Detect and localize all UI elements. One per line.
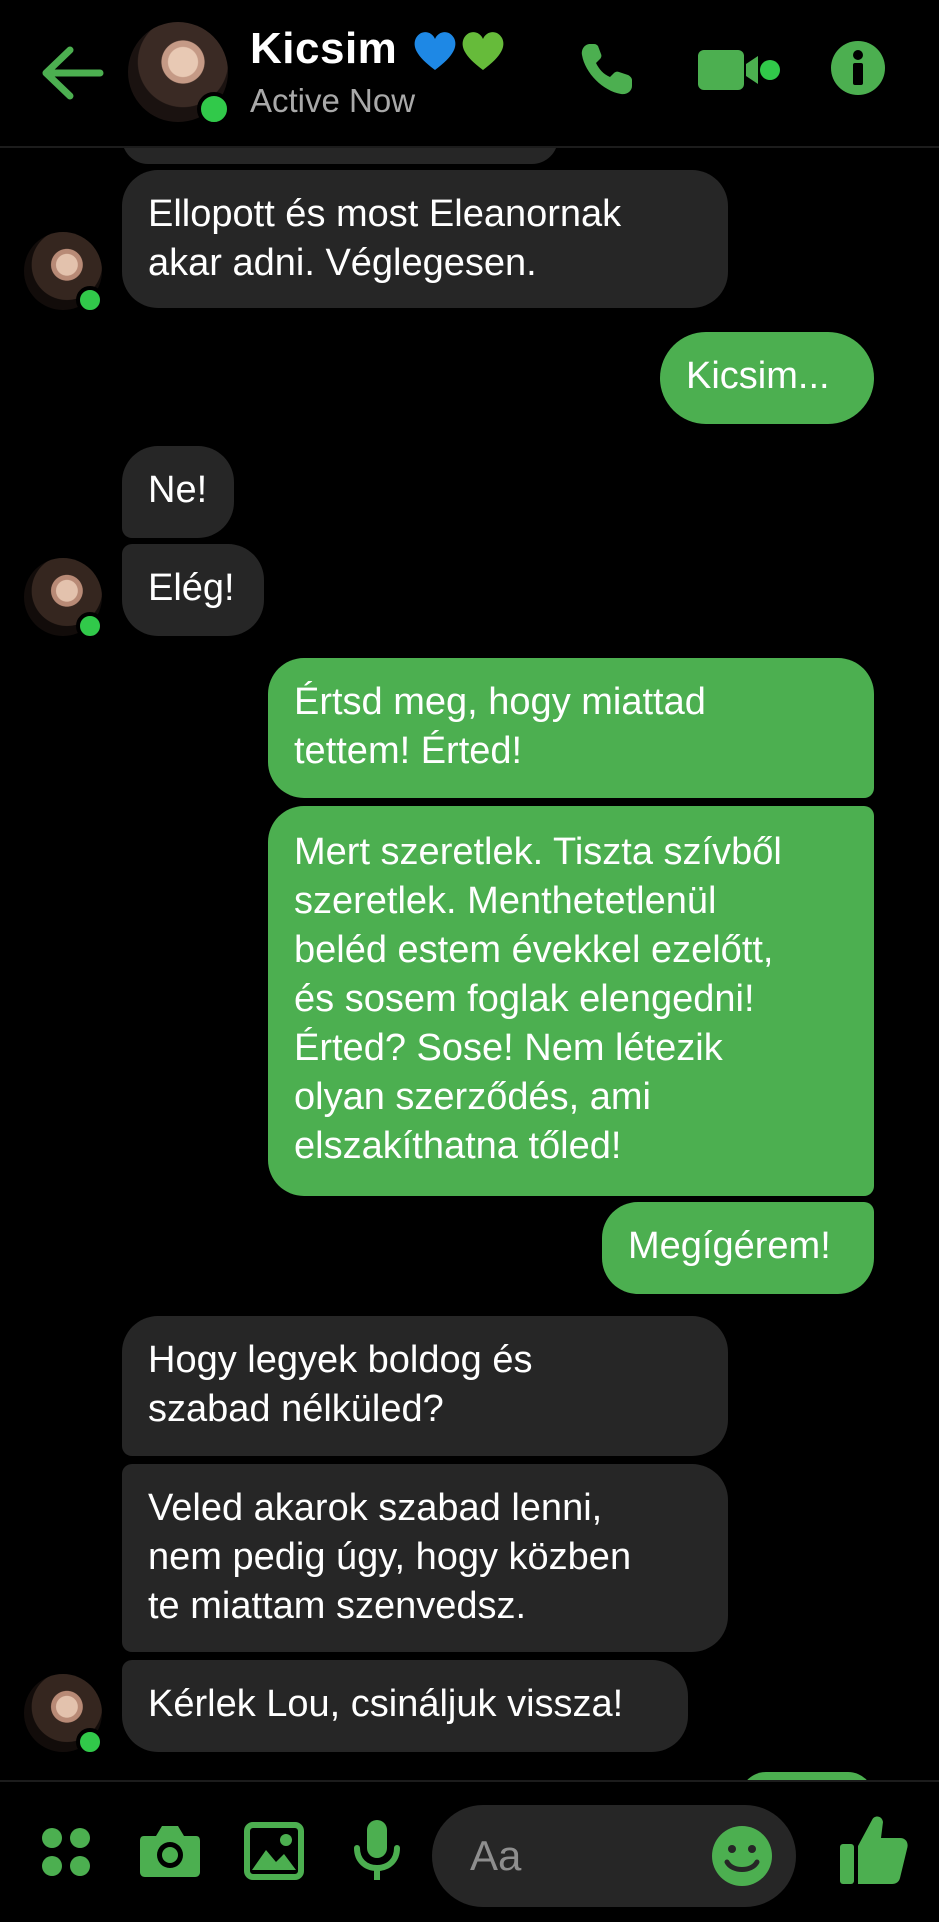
message-bubble-sent[interactable]: Értsd meg, hogy miattad tettem! Érted! <box>268 658 874 798</box>
video-camera-icon[interactable] <box>696 40 782 100</box>
message-bubble-sent[interactable]: Mert szeretlek. Tiszta szívből szeretlek… <box>268 806 874 1196</box>
message-text: szeretlek. Menthetetlenül <box>294 880 717 922</box>
thumbs-up-icon[interactable] <box>838 1812 910 1888</box>
contact-name-text: Kicsim <box>250 24 398 73</box>
message-text: Hogy legyek boldog és <box>148 1339 533 1381</box>
message-text: Megígérem! <box>628 1225 831 1267</box>
message-bubble-sent[interactable]: Megígérem! <box>602 1202 874 1294</box>
message-text: tettem! Érted! <box>294 730 523 772</box>
heart-emojis-icon <box>414 32 504 71</box>
online-indicator <box>76 286 104 314</box>
composer-bar: Aa <box>0 1780 939 1922</box>
online-indicator <box>76 1728 104 1756</box>
message-input[interactable]: Aa <box>432 1805 796 1907</box>
message-bubble-received[interactable]: Elég! <box>122 544 264 636</box>
message-bubble-received[interactable]: Veled akarok szabad lenni, nem pedig úgy… <box>122 1464 728 1652</box>
message-text: elszakíthatna tőled! <box>294 1125 622 1167</box>
message-text: Értsd meg, hogy miattad <box>294 681 706 723</box>
message-text: Ne! <box>148 469 208 511</box>
message-text: Ellopott és most Eleanornak <box>148 193 622 235</box>
online-indicator <box>197 92 231 126</box>
message-bubble-received[interactable]: Ne! <box>122 446 234 538</box>
message-text: Érted? Sose! Nem létezik <box>294 1027 723 1069</box>
message-bubble-received[interactable]: Kérlek Lou, csináljuk vissza! <box>122 1660 688 1752</box>
info-icon[interactable] <box>830 40 886 96</box>
message-text: Kérlek Lou, csináljuk vissza! <box>148 1683 624 1725</box>
image-icon[interactable] <box>244 1822 304 1880</box>
message-text: akar adni. Véglegesen. <box>148 242 537 284</box>
message-bubble-received[interactable]: Hogy legyek boldog és szabad nélküled? <box>122 1316 728 1456</box>
message-text: Elég! <box>148 567 235 609</box>
message-text: Veled akarok szabad lenni, <box>148 1487 603 1529</box>
chat-header: Kicsim Active Now <box>0 0 939 148</box>
message-text: beléd estem évekkel ezelőtt, <box>294 929 774 971</box>
message-bubble-sent[interactable]: Kicsim... <box>660 332 874 424</box>
microphone-icon[interactable] <box>352 1818 402 1884</box>
message-text: olyan szerződés, ami <box>294 1076 651 1118</box>
message-list[interactable]: Ellopott és most Eleanornak akar adni. V… <box>0 146 939 1780</box>
message-text: Kicsim... <box>686 355 830 397</box>
four-dots-menu-icon[interactable] <box>40 1826 92 1878</box>
message-text: szabad nélküled? <box>148 1388 444 1430</box>
message-text: Mert szeretlek. Tiszta szívből <box>294 831 782 873</box>
smiley-icon[interactable] <box>710 1824 774 1888</box>
message-text: te miattam szenvedsz. <box>148 1585 527 1627</box>
phone-icon[interactable] <box>578 40 636 98</box>
contact-name[interactable]: Kicsim <box>250 24 508 74</box>
arrow-left-icon[interactable] <box>38 42 108 104</box>
message-bubble-partial[interactable] <box>122 146 558 164</box>
message-placeholder: Aa <box>470 1832 522 1879</box>
message-text: nem pedig úgy, hogy közben <box>148 1536 632 1578</box>
message-bubble-received[interactable]: Ellopott és most Eleanornak akar adni. V… <box>122 170 728 308</box>
active-status: Active Now <box>250 82 416 119</box>
message-text: és sosem foglak elengedni! <box>294 978 755 1020</box>
message-bubble-partial[interactable] <box>740 1772 874 1780</box>
online-indicator <box>76 612 104 640</box>
camera-icon[interactable] <box>138 1822 202 1880</box>
